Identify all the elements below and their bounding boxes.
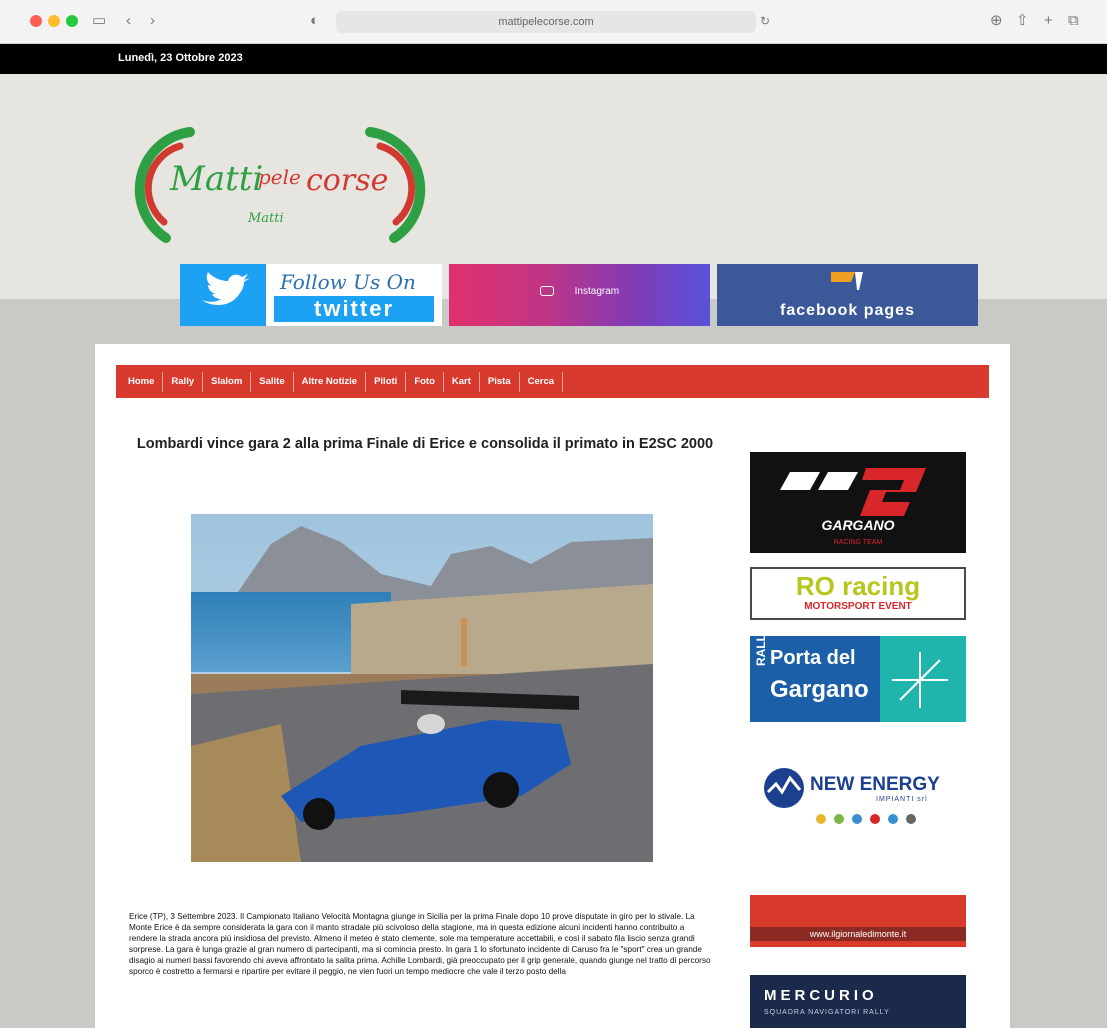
download-icon[interactable]: ⊕ <box>990 10 1003 32</box>
main-nav: Home Rally Slalom Salite Altre Notizie P… <box>116 365 989 398</box>
ro-racing-sub: MOTORSPORT EVENT <box>804 601 912 612</box>
nav-item-kart[interactable]: Kart <box>444 371 480 392</box>
ad-ro-racing[interactable]: RO racing MOTORSPORT EVENT <box>750 567 966 620</box>
zoom-window-button[interactable] <box>66 15 78 27</box>
nav-item-salite[interactable]: Salite <box>251 371 294 392</box>
ad-giornale-di-monte[interactable]: www.ilgiornaledimonte.it <box>750 895 966 947</box>
forward-arrow-icon[interactable]: › <box>150 10 155 32</box>
porta-side-label: RALLY <box>754 627 768 666</box>
nav-item-altre-notizie[interactable]: Altre Notizie <box>294 371 367 392</box>
close-window-button[interactable] <box>30 15 42 27</box>
instagram-banner[interactable]: Instagram <box>449 264 710 326</box>
address-bar[interactable]: mattipelecorse.com <box>336 11 756 33</box>
nav-item-home[interactable]: Home <box>120 371 164 392</box>
new-energy-logo-icon <box>764 768 804 808</box>
new-tab-icon[interactable]: + <box>1044 10 1053 32</box>
back-arrow-icon[interactable]: ‹ <box>126 10 131 32</box>
ad-new-energy-impianti[interactable]: NEW ENERGY IMPIANTI srl <box>750 758 966 878</box>
nav-item-foto[interactable]: Foto <box>406 371 444 392</box>
service-icons-row <box>816 814 916 824</box>
sidebar-toggle-icon[interactable]: ▭ <box>92 10 106 32</box>
share-icon[interactable]: ⇧ <box>1016 10 1029 32</box>
gargano-label: GARGANO <box>821 517 894 533</box>
article-body: Erice (TP), 3 Settembre 2023. Il Campion… <box>129 912 711 976</box>
twitter-follow-text: Follow Us On <box>280 270 416 294</box>
twitter-bird-icon <box>180 264 266 326</box>
nav-item-cerca[interactable]: Cerca <box>520 371 564 392</box>
nav-item-slalom[interactable]: Slalom <box>203 371 252 392</box>
svg-text:corse: corse <box>306 163 388 198</box>
nav-item-pista[interactable]: Pista <box>480 371 520 392</box>
svg-text:Matti: Matti <box>169 159 263 199</box>
svg-text:pele: pele <box>258 165 301 189</box>
facebook-banner[interactable]: facebook pages <box>717 264 978 326</box>
site-logo[interactable]: Matti pele corse Matti <box>120 118 440 248</box>
compass-icon <box>892 652 948 708</box>
shield-icon[interactable]: ◐ <box>310 10 319 32</box>
instagram-label: Instagram <box>574 286 620 297</box>
facebook-label: facebook pages <box>780 302 915 319</box>
flag-icon <box>831 272 863 290</box>
new-energy-label: NEW ENERGY <box>810 774 940 795</box>
mercurio-sub: SQUADRA NAVIGATORI RALLY <box>764 1009 890 1016</box>
twitter-wordmark: twitter <box>274 296 434 322</box>
porta-line1: Porta del <box>770 647 856 669</box>
ro-racing-label: RO racing <box>795 571 921 601</box>
date-bar: Lunedì, 23 Ottobre 2023 <box>0 44 1107 74</box>
article-photo[interactable] <box>191 514 653 862</box>
ad-mercurio-navigatori[interactable]: MERCURIO SQUADRA NAVIGATORI RALLY <box>750 975 966 1028</box>
tab-overview-icon[interactable]: ⧉ <box>1068 10 1079 32</box>
nav-item-piloti[interactable]: Piloti <box>366 371 407 392</box>
instagram-icon <box>539 286 554 297</box>
nav-item-rally[interactable]: Rally <box>163 371 204 392</box>
browser-toolbar: ▭ ‹ › ◐ mattipelecorse.com ↻ ⊕ ⇧ + ⧉ <box>0 0 1107 44</box>
gargano-sub: RACING TEAM <box>834 539 883 546</box>
current-date: Lunedì, 23 Ottobre 2023 <box>118 52 243 64</box>
minimize-window-button[interactable] <box>48 15 60 27</box>
new-energy-sub: IMPIANTI srl <box>876 796 928 803</box>
url-text: mattipelecorse.com <box>498 16 594 28</box>
porta-line2: Gargano <box>770 676 869 703</box>
ad-rally-porta-del-gargano[interactable]: RALLY Porta del Gargano <box>750 627 966 738</box>
article-title: Lombardi vince gara 2 alla prima Finale … <box>136 436 714 452</box>
giornale-url: www.ilgiornaledimonte.it <box>750 927 966 941</box>
ad-gargano-racing[interactable]: GARGANO RACING TEAM <box>750 452 966 553</box>
reload-icon[interactable]: ↻ <box>760 10 770 32</box>
svg-text:Matti: Matti <box>247 211 284 226</box>
twitter-banner[interactable]: Follow Us On twitter <box>180 264 442 326</box>
mercurio-label: MERCURIO <box>764 987 878 1004</box>
